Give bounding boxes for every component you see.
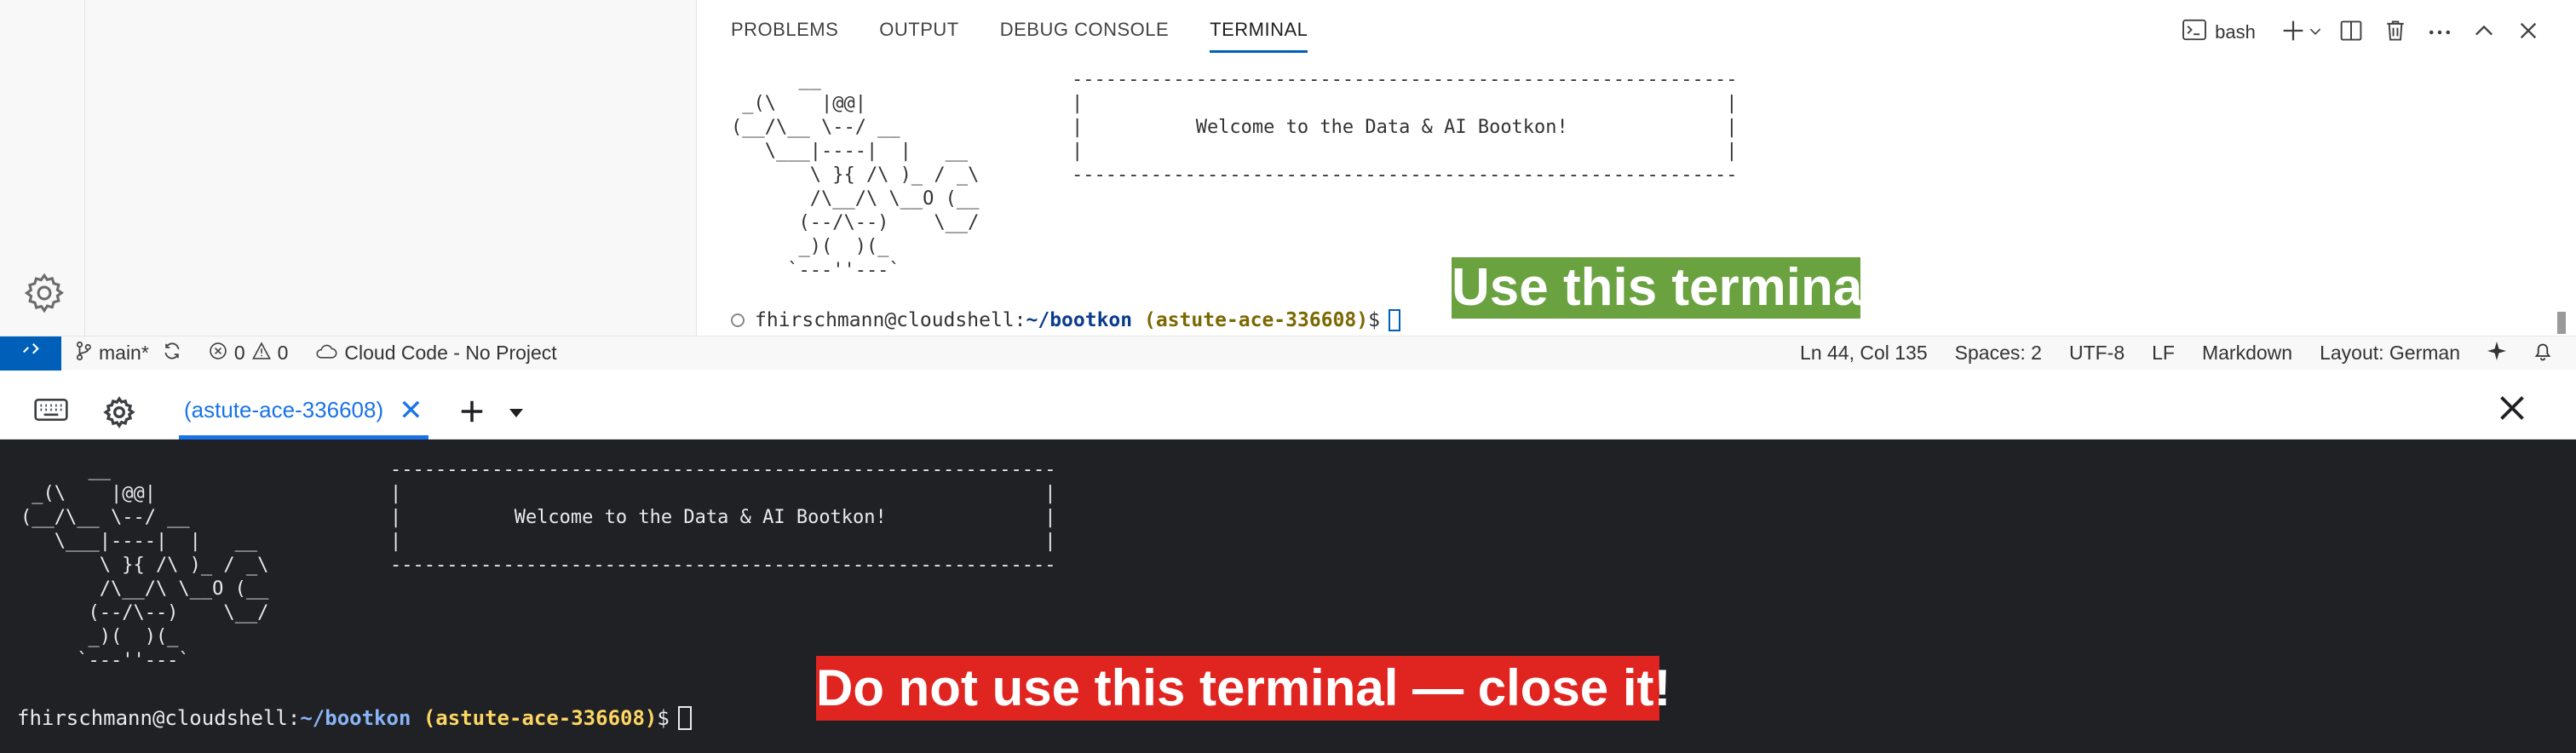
plus-icon: [2282, 20, 2304, 46]
keyboard-icon[interactable]: [34, 397, 73, 428]
problems-status[interactable]: 0 0: [195, 336, 302, 371]
terminal-icon: [2182, 19, 2207, 46]
cloudshell-toolbar: (astute-ace-336608) ✕: [0, 385, 2576, 440]
prompt-symbol: $: [657, 706, 670, 730]
prompt-project: (astute-ace-336608): [1143, 309, 1369, 331]
remote-icon: [21, 342, 40, 365]
cloud-icon: [315, 342, 337, 365]
command-decoration-icon: [731, 313, 745, 327]
welcome-banner: ----------------------------------------…: [390, 459, 1056, 576]
welcome-banner: ----------------------------------------…: [1072, 69, 1738, 186]
prompt-project: (astute-ace-336608): [423, 706, 658, 730]
status-bar: main* 0 0 Cloud Code - No Project Ln 44,…: [0, 336, 2576, 371]
split-terminal-button[interactable]: [2329, 15, 2373, 49]
maximize-panel-button[interactable]: [2462, 15, 2506, 49]
close-panel-button[interactable]: [2506, 15, 2550, 49]
prompt-user: fhirschmann@cloudshell:: [17, 706, 301, 730]
keyboard-layout[interactable]: Layout: German: [2306, 336, 2474, 371]
tab-debug-console[interactable]: DEBUG CONSOLE: [1000, 19, 1169, 53]
manage-gear-icon[interactable]: [22, 271, 66, 315]
close-terminal-callout: Do not use this terminal — close it!: [816, 656, 1670, 721]
ascii-art: __ _(\ |@@| (__/\__ \--/ __ \___|----| |…: [731, 69, 980, 281]
prompt-path: ~/bootkon: [300, 706, 411, 730]
panel-tabs: PROBLEMS OUTPUT DEBUG CONSOLE TERMINAL: [731, 19, 1308, 53]
close-tab-icon[interactable]: ✕: [399, 396, 423, 425]
split-icon: [2340, 20, 2362, 46]
session-tab-label: (astute-ace-336608): [184, 397, 384, 422]
terminal-scrollbar[interactable]: [2557, 312, 2566, 334]
ellipsis-icon: [2429, 25, 2451, 40]
sparkle-icon: [2487, 341, 2506, 365]
prompt-path: ~/bootkon: [1026, 309, 1133, 331]
language-mode[interactable]: Markdown: [2188, 336, 2306, 371]
cloud-code-label: Cloud Code - No Project: [344, 342, 557, 364]
eol-status[interactable]: LF: [2138, 336, 2188, 371]
error-icon: [209, 342, 227, 365]
branch-status[interactable]: main*: [61, 336, 195, 371]
plus-icon: [460, 394, 484, 432]
copilot-button[interactable]: [2474, 336, 2520, 371]
tab-output[interactable]: OUTPUT: [879, 19, 958, 53]
terminal-cursor: [677, 706, 692, 730]
sidebar: [85, 0, 697, 336]
tab-problems[interactable]: PROBLEMS: [731, 19, 838, 53]
warning-count: 0: [277, 342, 289, 364]
cloudshell-terminal[interactable]: __ _(\ |@@| (__/\__ \--/ __ \___|----| |…: [0, 440, 2576, 753]
cursor-position[interactable]: Ln 44, Col 135: [1786, 336, 1941, 371]
tab-terminal[interactable]: TERMINAL: [1210, 19, 1308, 53]
warning-icon: [251, 341, 271, 365]
panel-actions: bash: [2164, 15, 2576, 49]
bell-icon: [2533, 341, 2552, 366]
prompt-user: fhirschmann@cloudshell:: [755, 309, 1026, 331]
activity-bar: [0, 0, 85, 336]
terminal-profile-label: bash: [2215, 21, 2256, 43]
new-terminal-button[interactable]: [2274, 15, 2329, 49]
terminal-prompt: fhirschmann@cloudshell: ~/bootkon (astut…: [731, 308, 1400, 332]
indentation-status[interactable]: Spaces: 2: [1941, 336, 2056, 371]
use-terminal-callout: Use this terminal: [1452, 257, 1877, 319]
chevron-up-icon: [2475, 25, 2493, 41]
error-count: 0: [233, 342, 245, 364]
settings-gear-icon[interactable]: [102, 395, 136, 429]
branch-label: main*: [99, 342, 149, 364]
notifications-button[interactable]: [2520, 336, 2576, 371]
encoding-status[interactable]: UTF-8: [2056, 336, 2138, 371]
close-cloudshell-icon[interactable]: [2499, 395, 2533, 429]
ascii-art: __ _(\ |@@| (__/\__ \--/ __ \___|----| |…: [20, 459, 269, 671]
git-branch-icon: [75, 341, 92, 366]
cloud-code-status[interactable]: Cloud Code - No Project: [302, 336, 570, 371]
kill-terminal-button[interactable]: [2373, 15, 2418, 49]
session-dropdown-icon[interactable]: [508, 400, 528, 424]
add-session-button[interactable]: [455, 395, 489, 429]
screen: PROBLEMS OUTPUT DEBUG CONSOLE TERMINAL b…: [0, 0, 2576, 753]
terminal-profile-button[interactable]: bash: [2164, 15, 2274, 49]
sync-icon[interactable]: [163, 342, 181, 365]
terminal-cursor: [1388, 309, 1400, 331]
cloudshell-session-tab[interactable]: (astute-ace-336608) ✕: [179, 385, 428, 440]
trash-icon: [2385, 20, 2406, 46]
chevron-down-icon[interactable]: [2309, 25, 2321, 40]
remote-indicator[interactable]: [0, 336, 61, 371]
prompt-symbol: $: [1368, 309, 1380, 331]
more-actions-button[interactable]: [2418, 15, 2462, 49]
close-icon: [2520, 22, 2537, 43]
terminal-prompt: fhirschmann@cloudshell: ~/bootkon (astut…: [17, 705, 692, 731]
